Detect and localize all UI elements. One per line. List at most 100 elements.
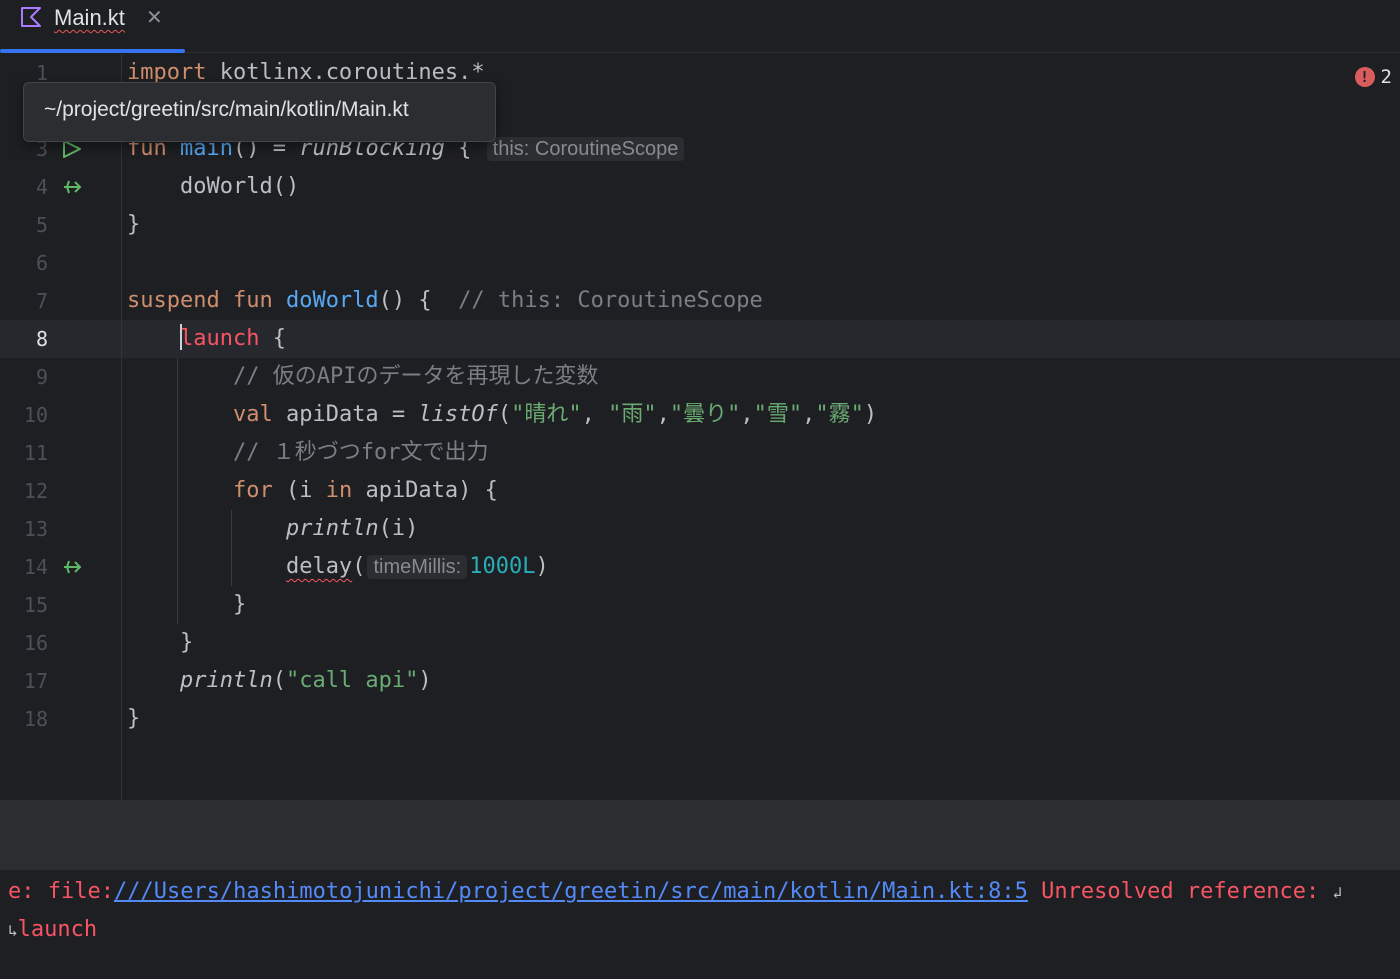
code-line: 7 suspend fun doWorld() { // this: Corou… xyxy=(0,282,1400,320)
code-text: apiData) { xyxy=(352,478,498,503)
function-call: println xyxy=(285,516,379,541)
keyword: fun xyxy=(219,288,286,313)
line-number: 7 xyxy=(35,289,48,313)
line-number: 4 xyxy=(35,175,48,199)
line-number: 18 xyxy=(23,707,48,731)
code-text: , xyxy=(740,402,754,427)
console-prefix: e: file: xyxy=(8,879,114,904)
inlay-hint: timeMillis: xyxy=(367,555,468,579)
code-text: } xyxy=(179,630,194,655)
code-text: ) xyxy=(535,554,549,579)
code-line: 18 } xyxy=(0,700,1400,738)
code-text: , xyxy=(581,402,609,427)
tooltip-path: ~/project/greetin/src/main/kotlin/Main.k… xyxy=(44,98,409,121)
active-tab-indicator xyxy=(0,49,185,53)
line-number: 13 xyxy=(23,517,48,541)
line-number: 8 xyxy=(35,327,48,351)
inlay-hint: this: CoroutineScope xyxy=(486,137,685,161)
code-text: { xyxy=(259,326,286,351)
code-text: doWorld() xyxy=(127,174,300,199)
function-call: listOf xyxy=(418,402,498,427)
unresolved-reference[interactable]: launch xyxy=(180,326,259,351)
code-line: 13 println(i) xyxy=(0,510,1400,548)
code-text: } xyxy=(127,212,141,237)
editor-tab-bar: Main.kt ✕ xyxy=(0,0,1400,53)
code-line: 15 } xyxy=(0,586,1400,624)
function-call: println xyxy=(179,668,273,693)
code-text: } xyxy=(127,706,141,731)
string-literal: "雪" xyxy=(753,402,803,427)
line-number: 14 xyxy=(23,555,48,579)
string-literal: "雨" xyxy=(608,402,657,427)
console-message: Unresolved reference: xyxy=(1027,879,1333,904)
comment: // 仮のAPIのデータを再現した変数 xyxy=(232,364,599,389)
code-line: 10 val apiData = listOf("晴れ", "雨","曇り","… xyxy=(0,396,1400,434)
string-literal: "霧" xyxy=(815,402,864,427)
console-continuation-text: launch xyxy=(17,917,98,942)
string-literal: "曇り" xyxy=(669,402,741,427)
string-literal: "call api" xyxy=(285,668,419,693)
code-line: 14 delay(timeMillis: 1000L) xyxy=(0,548,1400,586)
keyword: in xyxy=(325,478,353,503)
code-line: 12 for (i in apiData) { xyxy=(0,472,1400,510)
code-text: ( xyxy=(497,402,512,427)
code-text: ( xyxy=(272,668,286,693)
number-literal: 1000L xyxy=(469,554,536,579)
keyword: for xyxy=(232,478,273,503)
run-icon[interactable] xyxy=(60,139,84,159)
keyword: val xyxy=(232,402,273,427)
file-path-tooltip: ~/project/greetin/src/main/kotlin/Main.k… xyxy=(23,82,496,142)
file-link[interactable]: ///Users/hashimotojunichi/project/greeti… xyxy=(114,879,1028,904)
tab-main-kt[interactable]: Main.kt ✕ xyxy=(0,0,185,53)
line-number: 16 xyxy=(23,631,48,655)
function-name: doWorld xyxy=(285,288,379,313)
comment: // １秒づつfor文で出力 xyxy=(232,440,489,465)
code-line: 17 println("call api") xyxy=(0,662,1400,700)
kotlin-file-icon xyxy=(21,7,41,27)
build-output-console[interactable]: e: file:///Users/hashimotojunichi/projec… xyxy=(0,870,1400,979)
console-continuation-line: ↳launch xyxy=(8,911,97,950)
code-line: 16 } xyxy=(0,624,1400,662)
tab-filename: Main.kt xyxy=(54,5,125,30)
line-number: 6 xyxy=(35,251,48,275)
code-text: , xyxy=(802,402,816,427)
code-text: (i) xyxy=(378,516,419,541)
string-literal: "晴れ" xyxy=(511,402,582,427)
code-text: ( xyxy=(352,554,366,579)
code-line: 9 // 仮のAPIのデータを再現した変数 xyxy=(0,358,1400,396)
soft-wrap-continuation-icon: ↳ xyxy=(8,921,18,940)
function-call-warning[interactable]: delay xyxy=(286,554,352,579)
line-number: 12 xyxy=(23,479,48,503)
line-number: 15 xyxy=(23,593,48,617)
line-number: 10 xyxy=(23,403,48,427)
soft-wrap-icon: ↲ xyxy=(1332,883,1343,902)
line-number: 11 xyxy=(23,441,48,465)
suspend-call-icon xyxy=(64,560,82,574)
tab-close-icon[interactable]: ✕ xyxy=(146,5,163,30)
code-editor[interactable]: ! 2 1 import kotlinx.coroutines.* 2 3 fu… xyxy=(0,54,1400,800)
suspend-call-icon xyxy=(64,180,82,194)
code-line-active: 8 launch { xyxy=(0,320,1400,358)
code-text: () { xyxy=(378,288,459,313)
code-text: apiData = xyxy=(272,402,419,427)
code-line: 5 } xyxy=(0,206,1400,244)
code-text: , xyxy=(656,402,670,427)
comment: // this: CoroutineScope xyxy=(458,288,763,313)
line-number: 9 xyxy=(35,365,48,389)
tool-window-separator xyxy=(0,800,1400,870)
line-number: 5 xyxy=(35,213,48,237)
console-error-line: e: file:///Users/hashimotojunichi/projec… xyxy=(8,873,1342,912)
code-line: 11 // １秒づつfor文で出力 xyxy=(0,434,1400,472)
code-line: 6 xyxy=(0,244,1400,282)
code-text: ) xyxy=(418,668,432,693)
